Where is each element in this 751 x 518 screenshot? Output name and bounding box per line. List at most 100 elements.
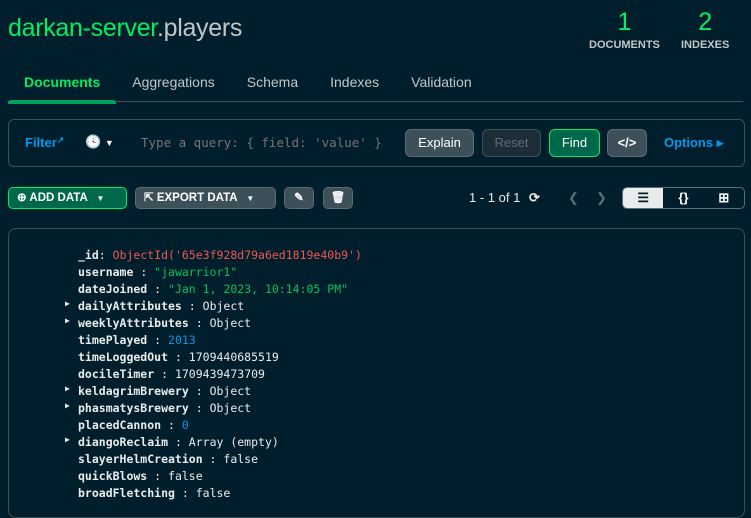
external-link-icon: ↗ bbox=[56, 135, 65, 145]
tab-indexes[interactable]: Indexes bbox=[314, 62, 395, 102]
prev-page-icon[interactable]: ❮ bbox=[568, 190, 579, 206]
field-value: 2013 bbox=[168, 333, 196, 347]
documents-count: 1 bbox=[617, 8, 632, 36]
expand-arrow-icon[interactable]: ▶ bbox=[65, 299, 70, 308]
query-input[interactable] bbox=[141, 135, 401, 150]
field-key: docileTimer bbox=[78, 367, 155, 381]
field-value: "Jan 1, 2023, 10:14:05 PM" bbox=[168, 282, 349, 296]
edit-button[interactable]: ✎ bbox=[284, 187, 314, 209]
documents-stat: 1 DOCUMENTS bbox=[589, 8, 660, 51]
field-separator: : bbox=[168, 350, 189, 364]
indexes-label: INDEXES bbox=[681, 39, 730, 51]
plus-circle-icon: ⊕ bbox=[17, 192, 27, 204]
explain-button[interactable]: Explain bbox=[405, 129, 474, 157]
namespace-title: darkan-server.players bbox=[8, 14, 242, 43]
tab-schema[interactable]: Schema bbox=[231, 62, 314, 102]
code-view-button[interactable]: </> bbox=[607, 129, 647, 157]
document-field: timeLoggedOut : 1709440685519 bbox=[78, 350, 279, 367]
field-separator: : bbox=[147, 469, 169, 483]
export-data-button[interactable]: ⇱ EXPORT DATA ▼ bbox=[135, 187, 276, 209]
field-separator: : bbox=[174, 486, 196, 500]
document-card: _id: ObjectId('65e3f928d79a6ed1819e40b9'… bbox=[8, 228, 745, 518]
field-value: 1709439473709 bbox=[174, 367, 265, 381]
field-key: phasmatysBrewery bbox=[78, 401, 189, 415]
tab-aggregations[interactable]: Aggregations bbox=[116, 62, 231, 102]
options-toggle[interactable]: Options ▸ bbox=[664, 135, 723, 151]
list-view-icon[interactable]: ☰ bbox=[623, 188, 664, 208]
filter-link[interactable]: Filter↗ bbox=[25, 135, 64, 150]
field-separator: : bbox=[147, 282, 169, 296]
field-separator: : bbox=[202, 452, 224, 466]
export-data-label: EXPORT DATA bbox=[156, 192, 238, 204]
document-field: placedCannon : 0 bbox=[78, 418, 189, 435]
document-field: broadFletching : false bbox=[78, 486, 230, 503]
database-name: darkan-server bbox=[8, 14, 157, 42]
caret-down-icon: ▼ bbox=[246, 194, 255, 203]
json-view-icon[interactable]: {} bbox=[663, 188, 703, 208]
field-value: Array (empty) bbox=[188, 435, 279, 449]
document-field[interactable]: ▶ keldagrimBrewery : Object bbox=[65, 384, 252, 401]
documents-label: DOCUMENTS bbox=[589, 39, 660, 51]
table-view-icon[interactable]: ⊞ bbox=[704, 188, 744, 208]
document-field[interactable]: ▶ phasmatysBrewery : Object bbox=[65, 401, 252, 418]
refresh-icon[interactable]: ⟳ bbox=[529, 190, 540, 206]
indexes-count: 2 bbox=[698, 8, 713, 36]
field-key: keldagrimBrewery bbox=[78, 384, 189, 398]
field-key: broadFletching bbox=[78, 486, 175, 500]
field-value: false bbox=[223, 452, 259, 466]
query-history-button[interactable]: 🕓 ▼ bbox=[85, 134, 114, 150]
field-separator: : bbox=[188, 316, 210, 330]
field-key: diangoReclaim bbox=[78, 435, 169, 449]
field-key: slayerHelmCreation bbox=[78, 452, 203, 466]
field-separator: : bbox=[168, 435, 189, 449]
document-field: docileTimer : 1709439473709 bbox=[78, 367, 265, 384]
field-key: username bbox=[78, 265, 134, 279]
clock-icon: 🕓 bbox=[85, 134, 102, 149]
field-key: dailyAttributes bbox=[78, 299, 182, 313]
expand-arrow-icon[interactable]: ▶ bbox=[65, 384, 70, 393]
next-page-icon[interactable]: ❯ bbox=[596, 190, 607, 206]
document-field: username : "jawarrior1" bbox=[78, 265, 237, 282]
field-value: "jawarrior1" bbox=[154, 265, 238, 279]
document-field[interactable]: ▶ dailyAttributes : Object bbox=[65, 299, 244, 316]
field-key: quickBlows bbox=[78, 469, 148, 483]
document-field: _id: ObjectId('65e3f928d79a6ed1819e40b9'… bbox=[78, 248, 362, 265]
field-separator: : bbox=[147, 333, 169, 347]
trash-icon: 🗑 bbox=[330, 192, 346, 204]
tab-validation[interactable]: Validation bbox=[395, 62, 487, 102]
field-value: Object bbox=[209, 401, 252, 415]
field-separator: : bbox=[98, 248, 113, 262]
expand-arrow-icon[interactable]: ▶ bbox=[65, 435, 70, 444]
field-value: Object bbox=[209, 384, 252, 398]
find-button[interactable]: Find bbox=[549, 129, 600, 157]
expand-arrow-icon[interactable]: ▶ bbox=[65, 316, 70, 325]
pagination-text: 1 - 1 of 1 bbox=[469, 190, 521, 205]
field-key: timeLoggedOut bbox=[78, 350, 169, 364]
view-switcher: ☰ {} ⊞ bbox=[622, 187, 745, 209]
field-value: 0 bbox=[181, 418, 189, 432]
document-field[interactable]: ▶ diangoReclaim : Array (empty) bbox=[65, 435, 279, 452]
indexes-stat: 2 INDEXES bbox=[681, 8, 729, 51]
field-value: false bbox=[168, 469, 203, 483]
field-key: _id bbox=[78, 248, 99, 262]
export-icon: ⇱ bbox=[144, 192, 154, 204]
add-data-button[interactable]: ⊕ ADD DATA ▼ bbox=[8, 187, 127, 209]
delete-button[interactable]: 🗑 bbox=[323, 187, 353, 209]
document-field: dateJoined : "Jan 1, 2023, 10:14:05 PM" bbox=[78, 282, 348, 299]
field-separator: : bbox=[133, 265, 155, 279]
tab-documents[interactable]: Documents bbox=[8, 62, 117, 104]
caret-down-icon: ▼ bbox=[104, 138, 114, 148]
field-separator: : bbox=[188, 401, 210, 415]
collection-tabs: Documents Aggregations Schema Indexes Va… bbox=[8, 62, 743, 104]
field-value: 1709440685519 bbox=[188, 350, 279, 364]
document-field: slayerHelmCreation : false bbox=[78, 452, 258, 469]
reset-button[interactable]: Reset bbox=[482, 129, 541, 157]
document-field: timePlayed : 2013 bbox=[78, 333, 196, 350]
add-data-label: ADD DATA bbox=[29, 192, 88, 204]
document-field[interactable]: ▶ weeklyAttributes : Object bbox=[65, 316, 251, 333]
field-separator: : bbox=[188, 384, 210, 398]
field-separator: : bbox=[181, 299, 203, 313]
caret-down-icon: ▼ bbox=[96, 194, 105, 203]
filter-label: Filter bbox=[25, 135, 57, 150]
expand-arrow-icon[interactable]: ▶ bbox=[65, 401, 70, 410]
